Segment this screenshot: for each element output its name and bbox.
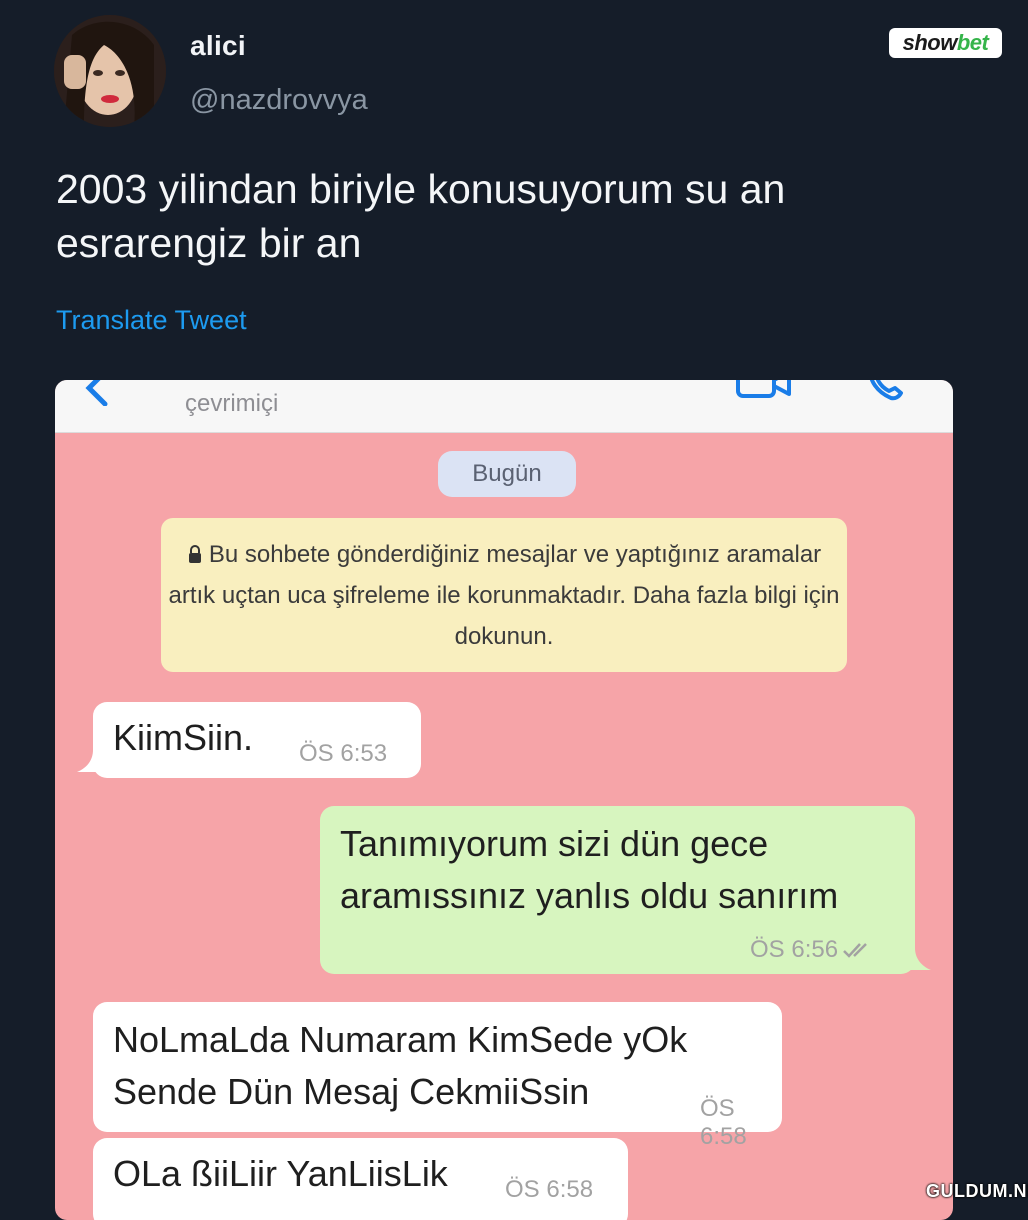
encryption-notice-text: Bu sohbete gönderdiğiniz mesajlar ve yap…	[168, 541, 840, 650]
message-time: ÖS 6:56	[750, 936, 839, 963]
message-bubble-incoming[interactable]: NoLmaLda Numaram KimSede yOk Sende Dün M…	[93, 1002, 782, 1150]
chat-header: çevrimiçi	[55, 380, 953, 433]
contact-status: çevrimiçi	[185, 390, 279, 417]
lock-icon	[188, 545, 201, 563]
message-text: NoLmaLda Numaram KimSede yOk Sende Dün M…	[113, 1019, 688, 1112]
tweet-text: 2003 yilindan biriyle konusuyorum su an …	[56, 166, 786, 266]
chat-screenshot: çevrimiçi Bugün Bu sohbete gönderdiğiniz…	[55, 380, 953, 1220]
encryption-notice[interactable]: Bu sohbete gönderdiğiniz mesajlar ve yap…	[161, 518, 847, 672]
site-watermark: GULDUM.NET	[926, 1181, 1028, 1201]
message-text: Tanımıyorum sizi dün gece aramıssınız ya…	[340, 823, 839, 916]
date-separator: Bugün	[438, 451, 576, 497]
avatar-photo	[54, 15, 166, 127]
brand-watermark-part1: show	[902, 30, 958, 55]
display-name[interactable]: alici	[190, 30, 246, 62]
translate-tweet-link[interactable]: Translate Tweet	[56, 305, 247, 336]
message-bubble-incoming[interactable]: KiimSiin. ÖS 6:53	[93, 702, 421, 778]
brand-watermark-part2: bet	[956, 30, 989, 55]
message-bubble-incoming[interactable]: OLa ßiiLiir YanLiisLik ÖS 6:58	[93, 1138, 628, 1220]
message-time: ÖS 6:58	[700, 1095, 747, 1150]
phone-icon[interactable]	[863, 380, 907, 402]
user-handle[interactable]: @nazdrovvya	[190, 84, 368, 117]
chevron-left-icon[interactable]	[77, 380, 117, 406]
message-bubble-outgoing[interactable]: Tanımıyorum sizi dün gece aramıssınız ya…	[320, 806, 915, 974]
avatar[interactable]	[54, 15, 166, 127]
video-call-icon[interactable]	[735, 380, 793, 400]
message-time: ÖS 6:53	[299, 740, 388, 767]
brand-watermark: show bet	[889, 28, 1002, 58]
double-check-icon	[843, 943, 867, 958]
message-time-status: ÖS 6:56	[750, 936, 874, 964]
